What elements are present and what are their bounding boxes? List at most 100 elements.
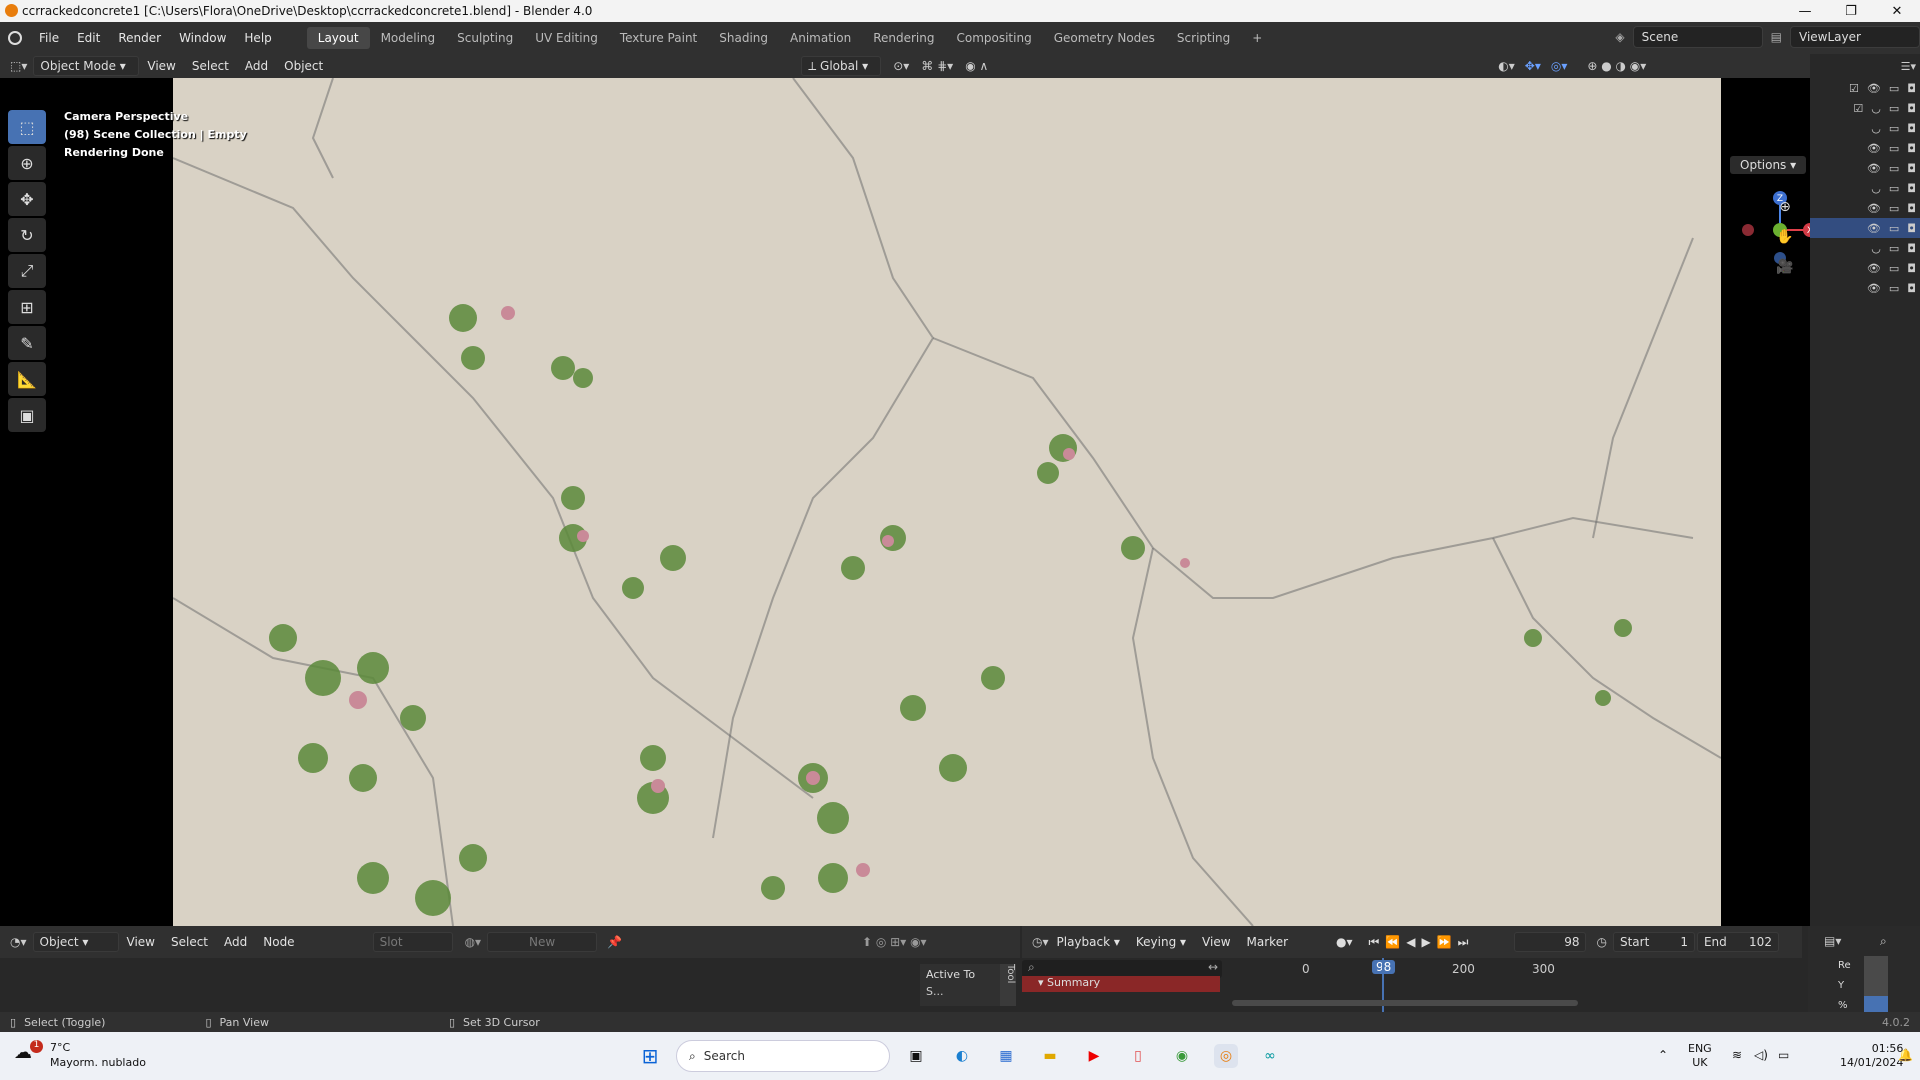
store-icon[interactable]: ▦ xyxy=(994,1044,1018,1068)
tab-animation[interactable]: Animation xyxy=(779,27,862,49)
material-icon[interactable]: ◍▾ xyxy=(465,935,482,949)
shading-modes-icon[interactable]: ⊕ ● ◑ ◉▾ xyxy=(1587,59,1646,73)
record-icon[interactable]: ●▾ xyxy=(1336,935,1353,949)
outliner-row[interactable]: ☑ ◡ ▭ ◘ xyxy=(1810,98,1920,118)
node-menu-add[interactable]: Add xyxy=(216,935,255,949)
chrome-icon[interactable]: ◉ xyxy=(1170,1044,1194,1068)
menu-edit[interactable]: Edit xyxy=(68,31,109,45)
editor-type-icon[interactable]: ⬚▾ xyxy=(10,59,27,73)
annotate-tool-icon[interactable]: ✎ xyxy=(8,326,46,360)
node-type-dropdown[interactable]: Object ▾ xyxy=(32,932,119,952)
menu-render[interactable]: Render xyxy=(109,31,170,45)
tab-uv-editing[interactable]: UV Editing xyxy=(524,27,609,49)
props-value-active[interactable] xyxy=(1864,996,1888,1012)
viewport-menu-object[interactable]: Object xyxy=(276,59,331,73)
tab-compositing[interactable]: Compositing xyxy=(945,27,1042,49)
edge-icon[interactable]: ◐ xyxy=(950,1044,974,1068)
slot-dropdown[interactable]: Slot xyxy=(372,932,453,952)
outliner-display-icon[interactable]: ☰▾ xyxy=(1901,60,1916,73)
playback-controls-icon[interactable]: ⏮⏪◀▶⏩⏭ xyxy=(1369,935,1475,950)
timeline-menu-playback[interactable]: Playback ▾ xyxy=(1049,935,1128,949)
timeline-menu-keying[interactable]: Keying ▾ xyxy=(1128,935,1194,949)
rotate-tool-icon[interactable]: ↻ xyxy=(8,218,46,252)
view-layer-selector[interactable]: ViewLayer xyxy=(1790,26,1920,48)
outliner-row-selected[interactable]: 👁 ▭ ◘ xyxy=(1810,218,1920,238)
outliner-row[interactable]: 👁 ▭ ◘ xyxy=(1810,258,1920,278)
youtube-icon[interactable]: ▶ xyxy=(1082,1044,1106,1068)
menu-file[interactable]: File xyxy=(30,31,68,45)
scale-tool-icon[interactable]: ⤢ xyxy=(8,254,46,288)
scene-selector[interactable]: Scene xyxy=(1632,26,1763,48)
new-material-button[interactable]: New xyxy=(487,932,598,952)
node-menu-select[interactable]: Select xyxy=(163,935,216,949)
outliner-row[interactable]: 👁 ▭ ◘ xyxy=(1810,198,1920,218)
tray-chevron-icon[interactable]: ⌃ xyxy=(1658,1048,1668,1062)
node-overlay-icon[interactable]: ⬆ ◎ ⊞▾ ◉▾ xyxy=(862,935,927,949)
cursor-tool-icon[interactable]: ⊕ xyxy=(8,146,46,180)
summary-channel[interactable]: ▾ Summary xyxy=(1022,976,1220,992)
timeline-menu-view[interactable]: View xyxy=(1194,935,1238,949)
options-dropdown[interactable]: Options ▾ xyxy=(1730,156,1807,174)
outliner-row[interactable]: ◡ ▭ ◘ xyxy=(1810,238,1920,258)
maximize-button[interactable]: ❐ xyxy=(1828,0,1874,22)
zoom-icon[interactable]: ⊕ xyxy=(1772,194,1798,220)
measure-tool-icon[interactable]: 📐 xyxy=(8,362,46,396)
battery-icon[interactable]: ▭ xyxy=(1778,1048,1789,1062)
app-icon[interactable]: ▯ xyxy=(1126,1044,1150,1068)
tab-geometry-nodes[interactable]: Geometry Nodes xyxy=(1043,27,1166,49)
outliner-row[interactable]: ◡ ▭ ◘ xyxy=(1810,178,1920,198)
pivot-icon[interactable]: ⊙▾ xyxy=(893,59,909,73)
transform-orientation-dropdown[interactable]: ⟂ Global ▾ xyxy=(801,56,882,76)
tab-scripting[interactable]: Scripting xyxy=(1166,27,1241,49)
proportional-edit-icon[interactable]: ◉ ∧ xyxy=(965,59,988,73)
end-frame-field[interactable]: End 102 xyxy=(1696,932,1779,952)
current-frame-field[interactable]: 98 xyxy=(1514,932,1587,952)
node-menu-node[interactable]: Node xyxy=(255,935,302,949)
tab-rendering[interactable]: Rendering xyxy=(862,27,945,49)
tab-modeling[interactable]: Modeling xyxy=(370,27,447,49)
add-workspace-button[interactable]: + xyxy=(1241,27,1273,49)
tool-tab[interactable]: Tool xyxy=(1000,964,1016,1006)
object-mode-dropdown[interactable]: Object Mode ▾ xyxy=(33,56,140,76)
snap-icon[interactable]: ⌘ ⋕▾ xyxy=(921,59,953,73)
viewport-menu-view[interactable]: View xyxy=(139,59,183,73)
task-view-icon[interactable]: ▣ xyxy=(904,1044,928,1068)
tab-layout[interactable]: Layout xyxy=(306,27,370,49)
timeline-type-icon[interactable]: ◷▾ xyxy=(1032,935,1049,949)
tab-texture-paint[interactable]: Texture Paint xyxy=(609,27,708,49)
outliner-row[interactable]: 👁 ▭ ◘ xyxy=(1810,138,1920,158)
outliner-row[interactable]: 👁 ▭ ◘ xyxy=(1810,158,1920,178)
tab-sculpting[interactable]: Sculpting xyxy=(446,27,524,49)
menu-window[interactable]: Window xyxy=(170,31,235,45)
blender-taskbar-icon[interactable]: ◎ xyxy=(1214,1044,1238,1068)
pan-hand-icon[interactable]: ✋ xyxy=(1772,224,1798,250)
outliner-row[interactable]: 👁 ▭ ◘ xyxy=(1810,278,1920,298)
clock-widget[interactable]: 01:56 14/01/2024 xyxy=(1840,1042,1903,1070)
arduino-icon[interactable]: ∞ xyxy=(1258,1044,1282,1068)
overlay-toggle-icon[interactable]: ◎▾ xyxy=(1551,59,1568,73)
properties-type-icon[interactable]: ▤▾ xyxy=(1824,934,1841,948)
3d-viewport[interactable]: ⬚ ⊕ ✥ ↻ ⤢ ⊞ ✎ 📐 ▣ Camera Perspective (98… xyxy=(0,78,1817,926)
camera-view-icon[interactable]: 🎥 xyxy=(1772,254,1798,280)
pin-icon[interactable]: 📌 xyxy=(607,935,622,949)
start-frame-field[interactable]: Start 1 xyxy=(1612,932,1695,952)
timeline-menu-marker[interactable]: Marker xyxy=(1239,935,1296,949)
file-explorer-icon[interactable]: ▬ xyxy=(1038,1044,1062,1068)
outliner-row[interactable]: ☑ 👁 ▭ ◘ xyxy=(1810,78,1920,98)
blender-menu-icon[interactable] xyxy=(0,27,30,49)
transform-tool-icon[interactable]: ⊞ xyxy=(8,290,46,324)
language-indicator[interactable]: ENG UK xyxy=(1688,1042,1712,1070)
move-tool-icon[interactable]: ✥ xyxy=(8,182,46,216)
weather-widget[interactable]: ☁ 1 xyxy=(14,1040,43,1063)
close-button[interactable]: ✕ xyxy=(1874,0,1920,22)
viewport-menu-select[interactable]: Select xyxy=(184,59,237,73)
menu-help[interactable]: Help xyxy=(235,31,280,45)
timeline-scrollbar[interactable] xyxy=(1232,1000,1578,1006)
tab-shading[interactable]: Shading xyxy=(708,27,779,49)
viewport-menu-add[interactable]: Add xyxy=(237,59,276,73)
select-box-tool-icon[interactable]: ⬚ xyxy=(8,110,46,144)
swap-icon[interactable]: ↔ xyxy=(1208,960,1218,974)
minimize-button[interactable]: — xyxy=(1782,0,1828,22)
visibility-icon[interactable]: ◐▾ xyxy=(1498,59,1515,73)
start-button-icon[interactable]: ⊞ xyxy=(638,1044,662,1068)
